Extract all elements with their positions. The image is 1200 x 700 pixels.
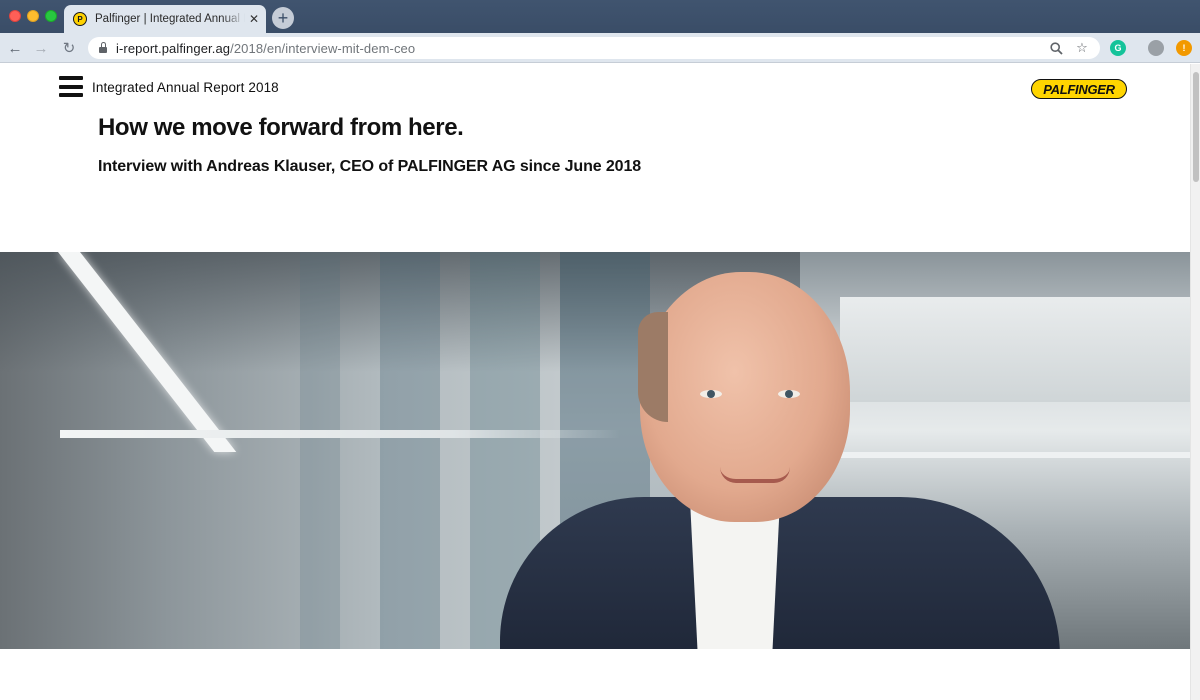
web-page: Integrated Annual Report 2018 PALFINGER … xyxy=(0,64,1190,700)
close-window-button[interactable] xyxy=(9,10,21,22)
back-arrow-icon[interactable]: ← xyxy=(6,39,24,57)
browser-titlebar: P Palfinger | Integrated Annual Report 2… xyxy=(0,0,1200,33)
url-text[interactable]: i-report.palfinger.ag/2018/en/interview-… xyxy=(116,41,415,56)
bookmark-star-icon[interactable]: ☆ xyxy=(1074,40,1090,56)
browser-toolbar: ← → ↻ i-report.palfinger.ag/2018/en/inte… xyxy=(0,33,1200,63)
new-tab-button[interactable]: + xyxy=(272,7,294,29)
palfinger-logo[interactable]: PALFINGER xyxy=(1031,79,1127,99)
content-area xyxy=(0,649,1190,700)
page-title: How we move forward from here. xyxy=(98,114,464,141)
logo-text: PALFINGER xyxy=(1043,81,1115,97)
menu-hamburger-icon[interactable] xyxy=(59,76,83,97)
close-tab-icon[interactable]: ✕ xyxy=(249,12,259,26)
minimize-window-button[interactable] xyxy=(27,10,39,22)
lock-icon[interactable] xyxy=(99,41,107,53)
address-bar[interactable]: i-report.palfinger.ag/2018/en/interview-… xyxy=(88,37,1100,59)
ceo-portrait-image xyxy=(0,252,1190,649)
browser-tab[interactable]: P Palfinger | Integrated Annual Report 2… xyxy=(64,5,266,33)
scrollbar-thumb[interactable] xyxy=(1193,72,1199,182)
page-subtitle: Interview with Andreas Klauser, CEO of P… xyxy=(98,158,642,175)
ceo-figure xyxy=(500,272,1060,649)
zoom-icon[interactable] xyxy=(1048,40,1064,56)
alert-extension-icon[interactable]: ! xyxy=(1176,40,1192,56)
report-title[interactable]: Integrated Annual Report 2018 xyxy=(92,80,279,95)
forward-arrow-icon[interactable]: → xyxy=(32,39,50,57)
reload-icon[interactable]: ↻ xyxy=(60,39,78,57)
tab-title: Palfinger | Integrated Annual Report 201… xyxy=(95,13,245,25)
page-scrollbar[interactable] xyxy=(1190,64,1200,700)
url-domain: i-report.palfinger.ag xyxy=(116,40,231,56)
profile-avatar-icon[interactable] xyxy=(1148,40,1164,56)
maximize-window-button[interactable] xyxy=(45,10,57,22)
grammarly-extension-icon[interactable]: G xyxy=(1110,40,1126,56)
url-path: /2018/en/interview-mit-dem-ceo xyxy=(230,40,416,56)
palfinger-favicon-icon: P xyxy=(73,12,87,26)
